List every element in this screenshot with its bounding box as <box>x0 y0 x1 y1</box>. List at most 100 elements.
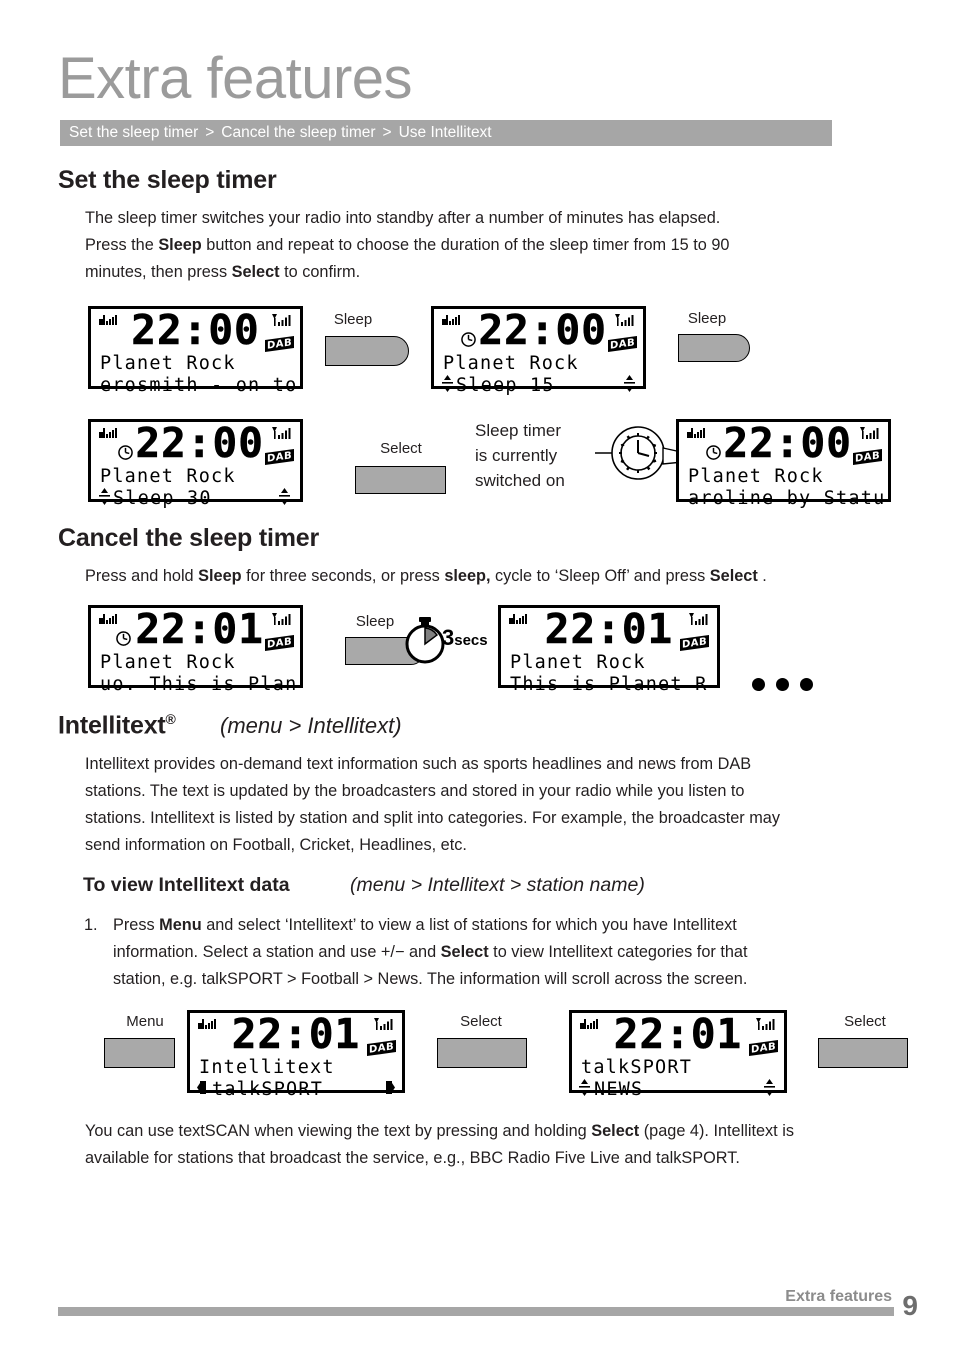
text-line: minutes, then press <box>85 263 232 281</box>
lcd-time: 22:01 <box>544 605 674 653</box>
heading-set-sleep-timer: Set the sleep timer <box>58 166 277 194</box>
lcd-display-6: 22:01 DAB Planet Rock This is Planet R <box>498 605 720 695</box>
sleep-button-1[interactable] <box>325 336 409 366</box>
lcd-text-line-1: Planet Rock <box>510 652 646 673</box>
lcd-time: 22:01 <box>135 605 264 653</box>
dab-badge: DAB <box>852 448 882 466</box>
callout-line-2: is currently <box>475 446 558 465</box>
dot-2 <box>776 678 789 691</box>
signal-antenna-icon <box>272 613 291 625</box>
signal-antenna-icon <box>756 1018 775 1030</box>
select-button-3[interactable] <box>818 1038 908 1068</box>
lcd-text-line-2: uo. This is Plan <box>100 674 298 695</box>
continuation-ellipsis <box>752 678 813 691</box>
text-line: Press <box>113 916 160 934</box>
signal-antenna-icon <box>374 1018 393 1030</box>
dab-badge: DAB <box>264 335 294 353</box>
footer-page-number: 9 <box>902 1290 918 1321</box>
heading-intellitext-path: (menu > Intellitext) <box>220 713 402 738</box>
step-1-text: Press Menu and select ‘Intellitext’ to v… <box>113 912 903 993</box>
paragraph-cancel-timer: Press and hold Sleep for three seconds, … <box>85 563 895 590</box>
lcd-text-line-1: Planet Rock <box>688 466 824 487</box>
up-down-arrow-icon-right <box>764 1079 775 1096</box>
lcd-text-line-1: Planet Rock <box>443 353 579 374</box>
paragraph-sleep-timer: The sleep timer switches your radio into… <box>85 205 885 286</box>
subheading-view-intellitext-path: (menu > Intellitext > station name) <box>350 874 645 896</box>
text-line: and select ‘Intellitext’ to view a list … <box>201 916 737 934</box>
speaker-icon <box>99 428 117 438</box>
dot-3 <box>800 678 813 691</box>
breadcrumb-item-0: Set the sleep timer <box>69 124 199 141</box>
up-down-arrow-icon-left <box>442 375 453 392</box>
lcd-text-line-2: talkSPORT <box>212 1079 324 1100</box>
lcd-time: 22:00 <box>478 306 607 354</box>
speaker-icon <box>580 1019 598 1029</box>
dab-badge: DAB <box>748 1039 778 1057</box>
key-label-select-2: Select <box>460 1013 502 1030</box>
key-label-sleep-3: Sleep <box>355 613 395 630</box>
callout-line-1: Sleep timer <box>475 421 561 440</box>
dab-badge: DAB <box>264 448 294 466</box>
key-label-sleep-1: Sleep <box>333 311 373 328</box>
text-line: information. Select a station and use <box>113 943 381 961</box>
sleep-button-2[interactable] <box>678 334 750 362</box>
footer-divider <box>58 1307 894 1316</box>
dot-1 <box>752 678 765 691</box>
lcd-time: 22:00 <box>131 306 260 354</box>
text-line: to confirm. <box>279 263 361 281</box>
text-line: to view Intellitext categories for that <box>488 943 748 961</box>
breadcrumb-item-2: Use Intellitext <box>398 124 492 141</box>
breadcrumb-separator-1: > <box>382 124 392 141</box>
lcd-text-line-2: aroline by Statu <box>688 488 886 509</box>
lcd-text-line-1: Planet Rock <box>100 652 236 673</box>
speaker-icon <box>687 428 705 438</box>
callout-line-3: switched on <box>475 471 565 490</box>
lcd-display-3: 22:00 DAB Planet Rock Sleep 30 <box>88 419 303 509</box>
paragraph-textscan: You can use textSCAN when viewing the te… <box>85 1118 905 1172</box>
dab-badge: DAB <box>679 634 709 652</box>
lcd-text-line-2: This is Planet R <box>510 674 708 695</box>
breadcrumb: Set the sleep timer > Cancel the sleep t… <box>60 120 832 146</box>
lcd-text-line-2: erosmith - on to <box>100 375 298 396</box>
bold-select: Select <box>440 943 489 961</box>
select-button-1[interactable] <box>355 466 446 494</box>
text-line: stations. The text is updated by the bro… <box>85 782 745 800</box>
footer-section-name: Extra features <box>785 1288 892 1305</box>
lcd-text-line-1: Intellitext <box>199 1057 335 1078</box>
text-line: Press and hold <box>85 567 199 585</box>
key-label-select-3: Select <box>844 1013 886 1030</box>
signal-antenna-icon <box>860 427 879 439</box>
key-label-menu: Menu <box>126 1013 164 1030</box>
text-line: . <box>757 567 767 585</box>
text-line: Intellitext provides on-demand text info… <box>85 755 752 773</box>
up-down-arrow-icon-right <box>624 375 635 392</box>
text-line: available for stations that broadcast th… <box>85 1149 740 1167</box>
signal-antenna-icon <box>272 314 291 326</box>
signal-antenna-icon <box>689 613 708 625</box>
paragraph-intellitext: Intellitext provides on-demand text info… <box>85 751 900 859</box>
lcd-text-line-2: Sleep 30 <box>113 488 212 509</box>
lcd-time: 22:00 <box>723 419 852 467</box>
lcd-text-line-2: Sleep 15 <box>456 375 555 396</box>
speaker-icon <box>99 315 117 325</box>
text-line: station, e.g. talkSPORT > Football > New… <box>113 970 748 988</box>
callout-sleep-timer-on: Sleep timer is currently switched on <box>475 418 565 493</box>
select-button-2[interactable] <box>437 1038 527 1068</box>
lcd-display-7: 22:01 DAB Intellitext talkSPORT <box>187 1010 405 1100</box>
dab-badge: DAB <box>264 634 294 652</box>
sleep-timer-clock-icon <box>706 445 721 460</box>
hold-duration-number: 3 <box>442 625 455 650</box>
bold-menu: Menu <box>159 916 202 934</box>
sleep-timer-clock-icon <box>461 332 476 347</box>
heading-cancel-sleep-timer: Cancel the sleep timer <box>58 524 319 552</box>
text-line: (page 4). Intellitext is <box>639 1122 794 1140</box>
bold-sleep-lower: sleep, <box>444 567 491 585</box>
bold-sleep: Sleep <box>158 236 202 254</box>
sleep-timer-clock-icon <box>116 631 131 646</box>
lcd-time: 22:00 <box>135 419 264 467</box>
subheading-view-intellitext: To view Intellitext data <box>83 874 290 896</box>
lcd-text-line-2: NEWS <box>594 1079 644 1100</box>
manual-page: Extra features Set the sleep timer > Can… <box>0 0 954 1350</box>
lcd-text-line-1: talkSPORT <box>581 1057 693 1078</box>
menu-button[interactable] <box>104 1038 175 1068</box>
